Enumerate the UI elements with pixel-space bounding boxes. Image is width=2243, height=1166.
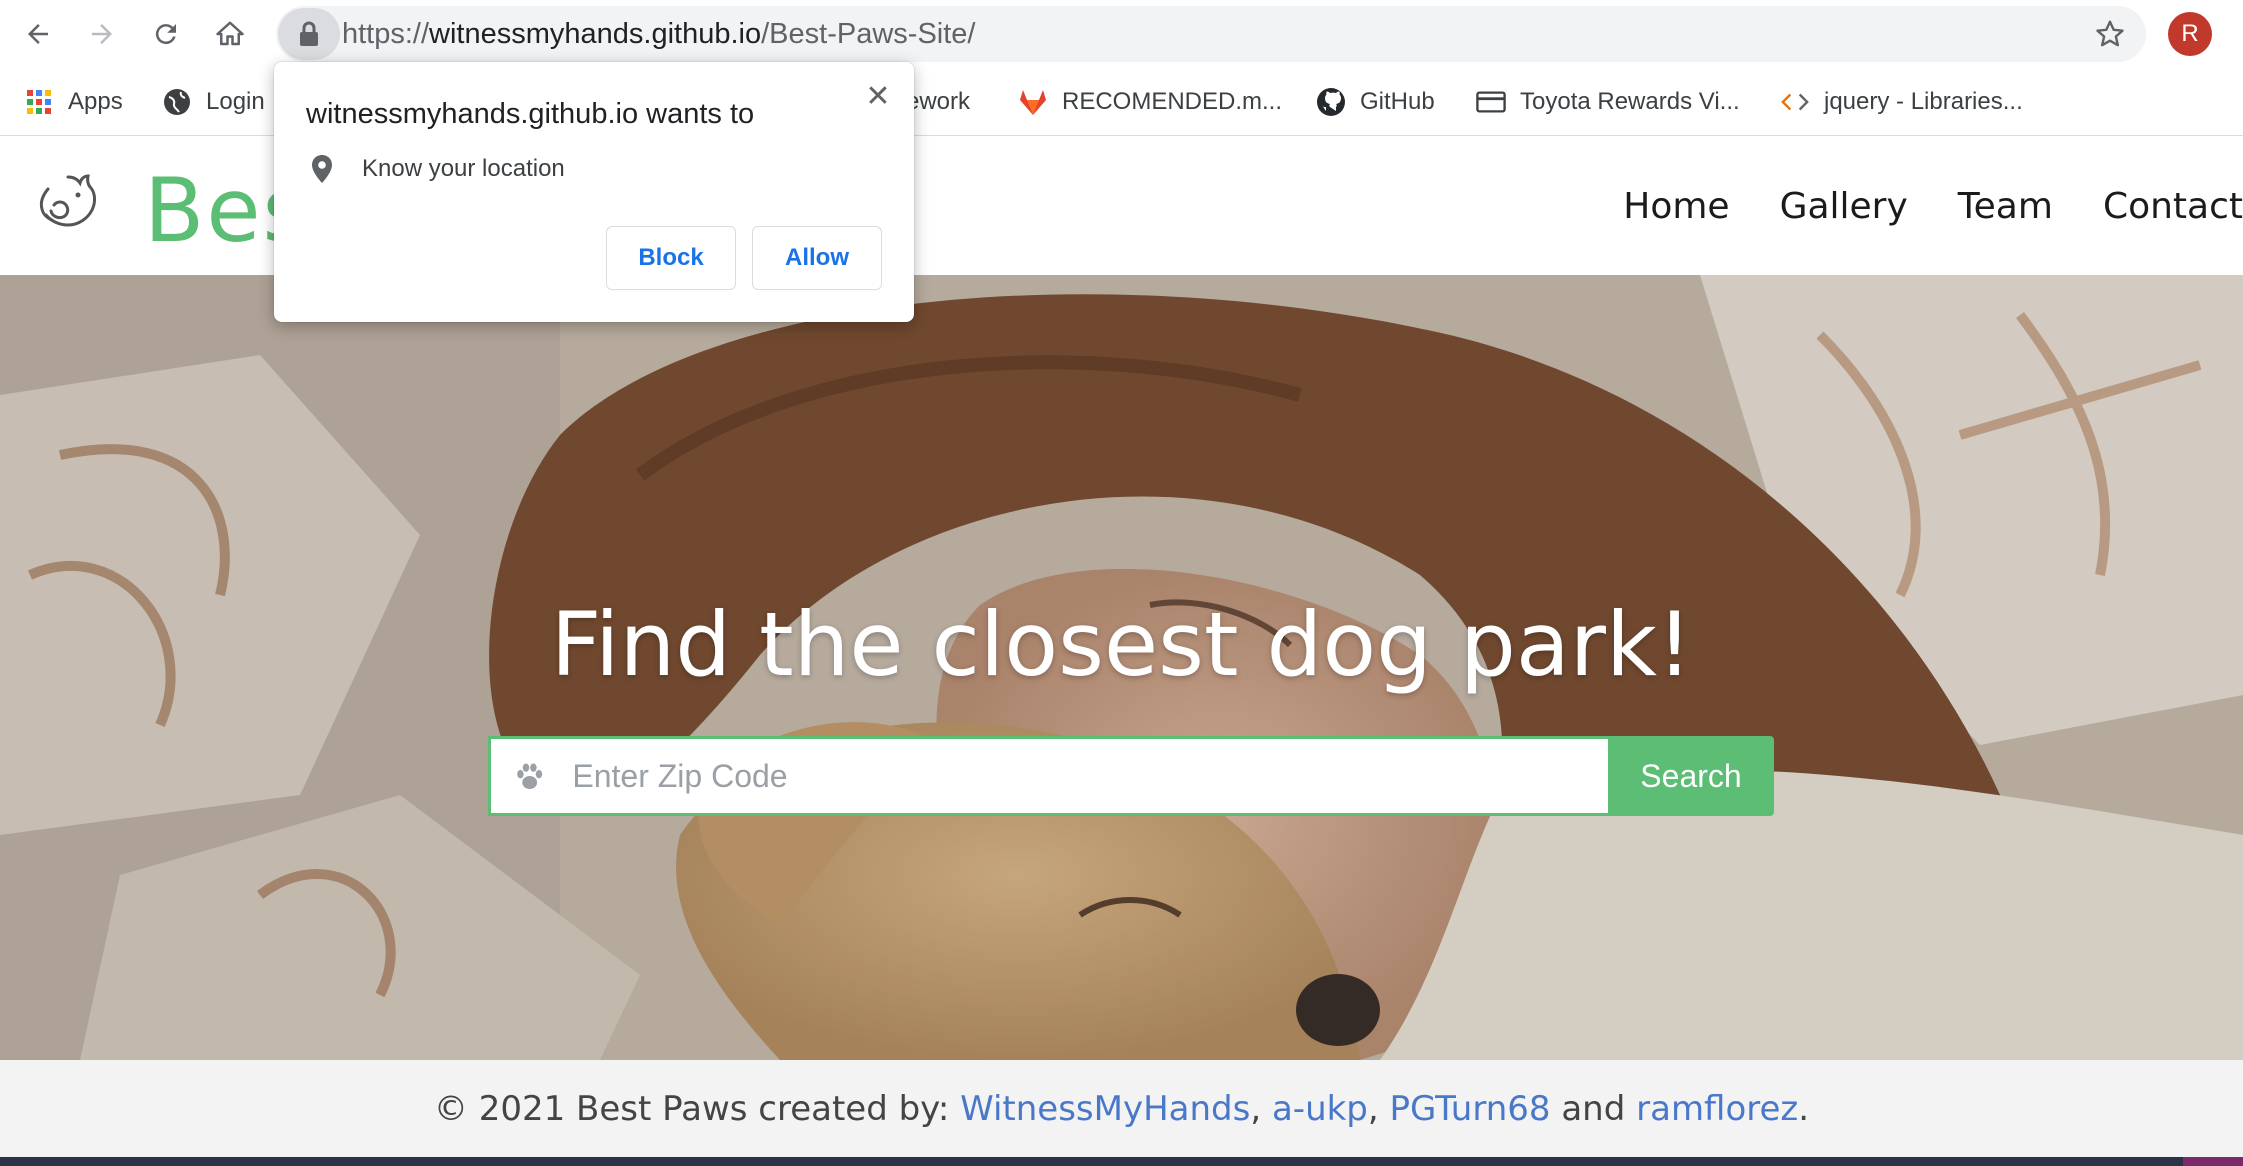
- permission-request-label: Know your location: [362, 155, 565, 182]
- footer-separator: ,: [1250, 1088, 1272, 1129]
- card-icon: [1476, 87, 1506, 117]
- forward-button[interactable]: [80, 12, 124, 56]
- url-text[interactable]: https://witnessmyhands.github.io/Best-Pa…: [342, 6, 975, 62]
- code-icon: [1780, 87, 1810, 117]
- location-pin-icon: [312, 155, 332, 183]
- pet-logo-icon[interactable]: [30, 165, 106, 241]
- bookmark-github[interactable]: GitHub: [1316, 68, 1435, 136]
- bookmark-label: GitHub: [1360, 88, 1435, 115]
- nav-gallery[interactable]: Gallery: [1780, 186, 1908, 227]
- bookmark-toyota[interactable]: Toyota Rewards Vi...: [1476, 68, 1740, 136]
- nav-team[interactable]: Team: [1958, 186, 2053, 227]
- taskbar-accent: [2183, 1157, 2243, 1166]
- url-host: witnessmyhands.github.io: [429, 18, 762, 50]
- back-button[interactable]: [16, 12, 60, 56]
- bookmark-label: Toyota Rewards Vi...: [1520, 88, 1740, 115]
- permission-title: witnessmyhands.github.io wants to: [306, 98, 755, 130]
- hero-title: Find the closest dog park!: [550, 593, 1693, 696]
- bookmark-ework[interactable]: ework: [906, 68, 970, 136]
- permission-request: Know your location: [310, 154, 565, 184]
- gitlab-icon: [1018, 87, 1048, 117]
- arrow-right-icon: [92, 24, 112, 44]
- footer-separator: ,: [1367, 1088, 1390, 1129]
- site-footer: © 2021 Best Paws created by: WitnessMyHa…: [0, 1060, 2243, 1157]
- site-nav: Home Gallery Team Contact: [1573, 137, 2243, 275]
- paw-icon: [517, 763, 543, 789]
- author-link-ramflorez[interactable]: ramflorez: [1636, 1089, 1798, 1129]
- lock-icon: [300, 21, 318, 46]
- footer-period: .: [1798, 1088, 1810, 1129]
- search-button[interactable]: Search: [1608, 736, 1774, 816]
- bookmark-label: Login: [206, 88, 265, 115]
- url-scheme: https://: [342, 18, 430, 50]
- close-icon[interactable]: ✕: [858, 76, 898, 116]
- home-button[interactable]: [208, 12, 252, 56]
- nav-contact[interactable]: Contact: [2103, 186, 2243, 227]
- home-icon: [216, 21, 244, 46]
- hero-section: Find the closest dog park! Search: [0, 275, 2243, 1060]
- footer-text: © 2021 Best Paws created by:: [433, 1088, 961, 1129]
- zip-search-field[interactable]: [488, 736, 1608, 816]
- reload-icon: [155, 24, 176, 45]
- bookmark-login[interactable]: Login: [162, 68, 265, 136]
- url-path: /Best-Paws-Site/: [761, 18, 976, 50]
- block-button[interactable]: Block: [606, 226, 736, 290]
- browser-toolbar: https://witnessmyhands.github.io/Best-Pa…: [0, 0, 2243, 68]
- site-info-button[interactable]: [278, 8, 340, 60]
- footer-and: and: [1550, 1088, 1637, 1129]
- bookmark-label: RECOMENDED.m...: [1062, 88, 1283, 115]
- profile-avatar[interactable]: R: [2168, 12, 2212, 56]
- star-icon[interactable]: [2094, 18, 2126, 50]
- reload-button[interactable]: [144, 12, 188, 56]
- bookmark-jquery[interactable]: jquery - Libraries...: [1780, 68, 2023, 136]
- globe-icon: [162, 87, 192, 117]
- apps-grid-icon: [24, 87, 54, 117]
- allow-button[interactable]: Allow: [752, 226, 882, 290]
- zip-code-input[interactable]: [572, 757, 1608, 795]
- author-link-pgturn68[interactable]: PGTurn68: [1390, 1089, 1551, 1129]
- author-link-witnessmyhands[interactable]: WitnessMyHands: [960, 1089, 1250, 1129]
- bookmark-label: jquery - Libraries...: [1824, 88, 2023, 115]
- bookmark-recomended[interactable]: RECOMENDED.m...: [1018, 68, 1282, 136]
- nav-home[interactable]: Home: [1623, 186, 1729, 227]
- github-icon: [1316, 87, 1346, 117]
- location-permission-popup: witnessmyhands.github.io wants to ✕ Know…: [274, 62, 914, 322]
- address-bar[interactable]: https://witnessmyhands.github.io/Best-Pa…: [276, 6, 2146, 62]
- author-link-a-ukp[interactable]: a-ukp: [1272, 1089, 1368, 1129]
- zip-search-form: Search: [488, 736, 1774, 816]
- os-taskbar-strip: [0, 1157, 2243, 1166]
- bookmark-label: Apps: [68, 88, 123, 115]
- bookmark-label: ework: [906, 88, 971, 115]
- arrow-left-icon: [28, 24, 48, 44]
- bookmark-apps[interactable]: Apps: [24, 68, 123, 136]
